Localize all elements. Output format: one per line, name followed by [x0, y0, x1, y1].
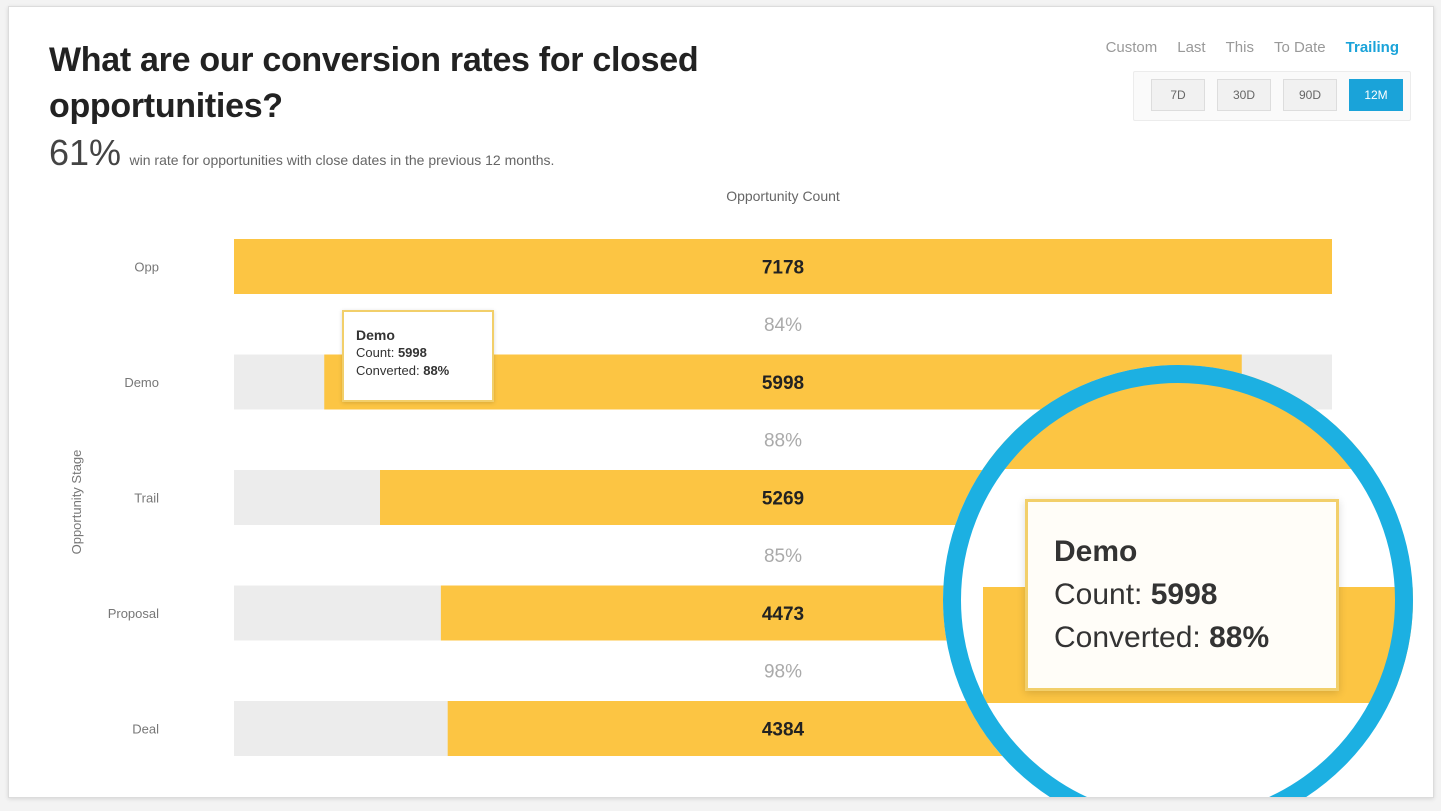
conversion-rate-label: 84% [764, 315, 802, 336]
tooltip-count: Count: 5998 [356, 345, 427, 360]
magnified-tooltip-title: Demo [1054, 535, 1138, 568]
magnified-demo-tooltip: Demo Count: 5998 Converted: 88% [1025, 499, 1339, 691]
bar-value-label: 7178 [762, 258, 804, 279]
conversion-rate-label: 98% [764, 662, 802, 683]
category-label: Demo [124, 375, 159, 390]
magnified-tooltip-count: Count: 5998 [1054, 578, 1218, 611]
magnified-tooltip-converted: Converted: 88% [1054, 621, 1270, 654]
bar-value-label: 5269 [762, 489, 804, 510]
tooltip-converted: Converted: 88% [356, 363, 450, 378]
bar-value-label: 4473 [762, 604, 804, 625]
demo-tooltip: Demo Count: 5998 Converted: 88% [342, 310, 494, 402]
category-label: Deal [132, 722, 159, 737]
bar-value-label: 5998 [762, 373, 804, 394]
category-label: Proposal [108, 606, 159, 621]
tooltip-title: Demo [356, 327, 395, 343]
conversion-rate-label: 88% [764, 431, 802, 452]
magnified-bar [943, 365, 1413, 469]
chart-title: Opportunity Count [726, 188, 840, 204]
y-axis-label: Opportunity Stage [69, 450, 84, 555]
dashboard-card: What are our conversion rates for closed… [8, 6, 1434, 798]
bar-value-label: 4384 [762, 720, 805, 741]
category-label: Opp [134, 260, 159, 275]
category-label: Trail [134, 491, 159, 506]
conversion-rate-label: 85% [764, 546, 802, 567]
